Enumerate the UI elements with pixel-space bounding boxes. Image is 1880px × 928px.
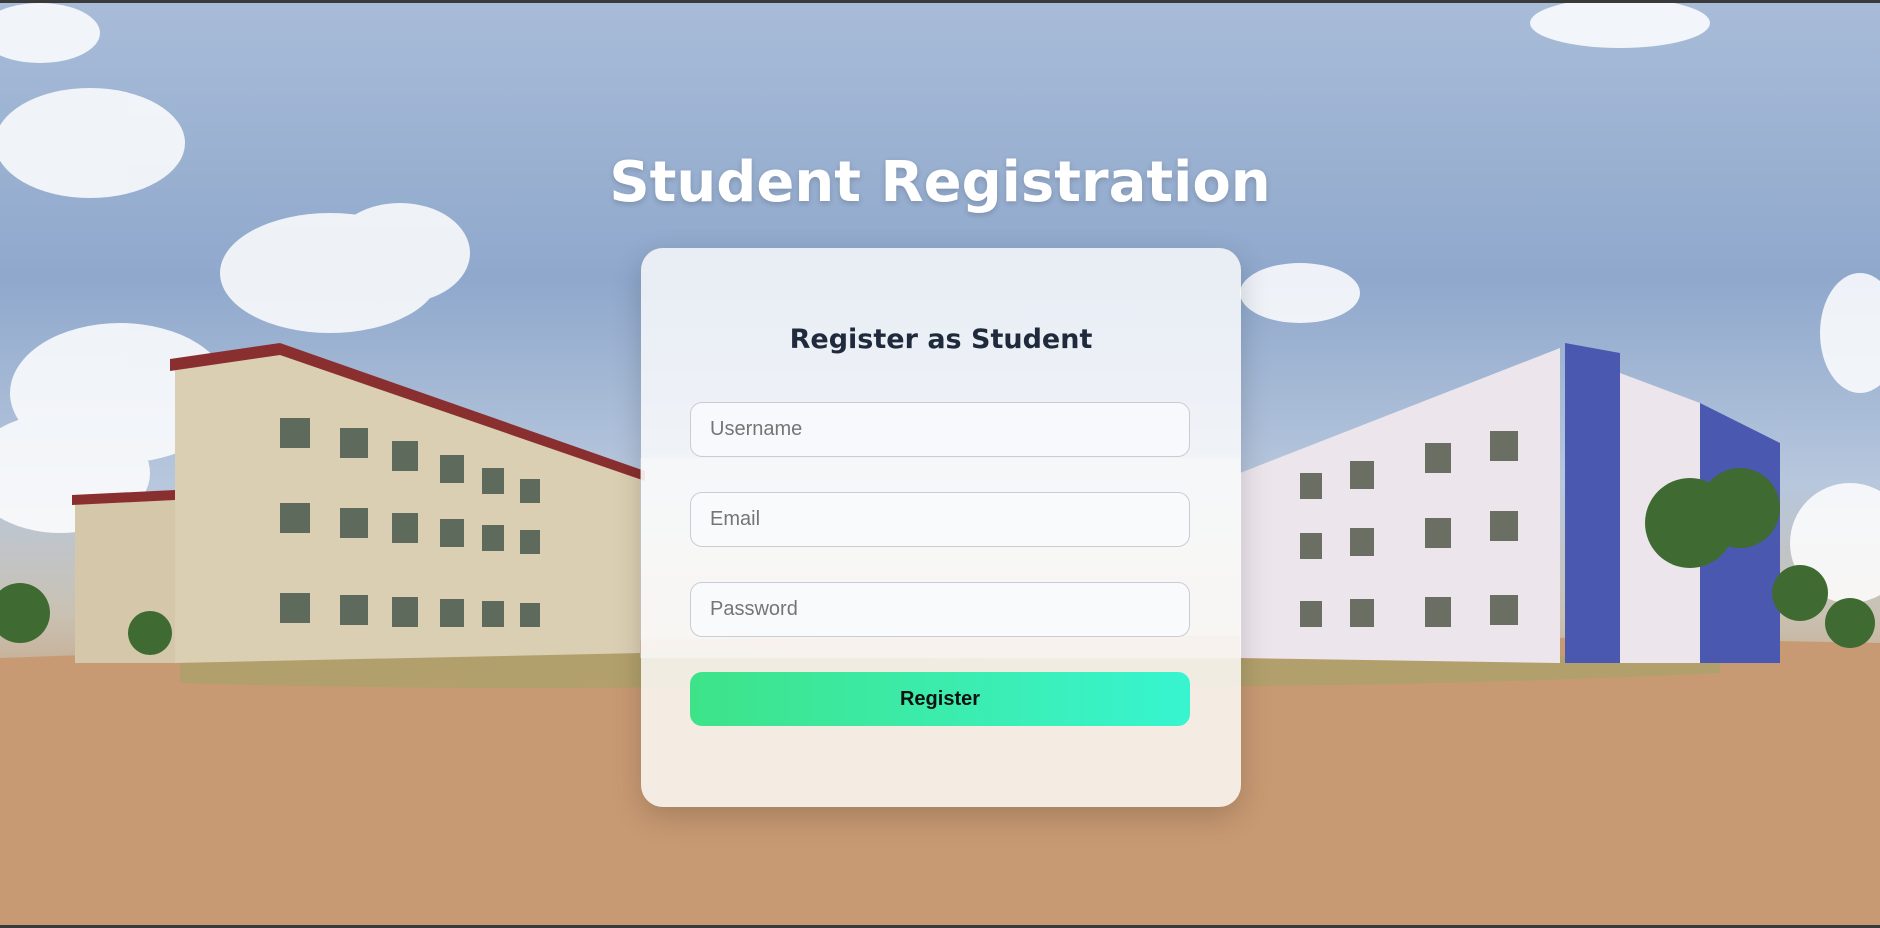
form-heading: Register as Student (789, 324, 1093, 355)
username-input[interactable] (690, 402, 1190, 457)
password-input[interactable] (690, 582, 1190, 637)
registration-card: Register as Student Register (641, 248, 1241, 807)
page-title: Student Registration (609, 150, 1271, 215)
email-input[interactable] (690, 492, 1190, 547)
page: Student Registration Register as Student… (0, 0, 1880, 928)
register-button[interactable]: Register (690, 672, 1190, 726)
